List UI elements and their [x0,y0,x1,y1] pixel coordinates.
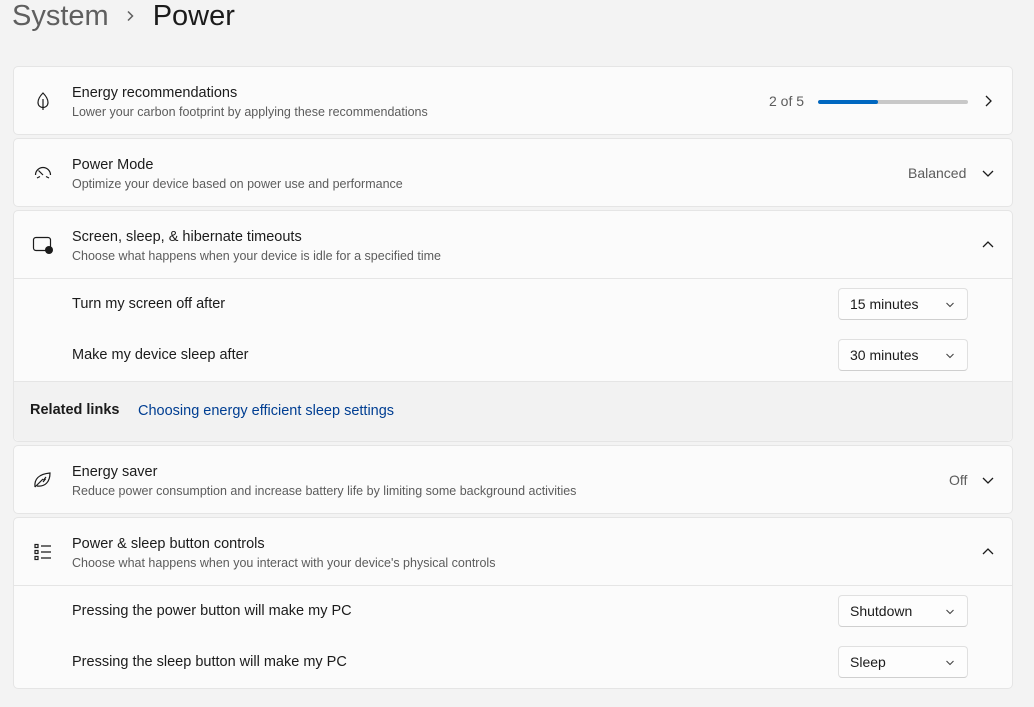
energy-saver-card[interactable]: Energy saver Reduce power consumption an… [13,445,1013,514]
breadcrumb-chevron-icon [125,10,135,22]
power-button-row: Pressing the power button will make my P… [14,586,1012,637]
power-button-label: Pressing the power button will make my P… [72,603,352,619]
screen-off-dropdown[interactable]: 15 minutes [838,288,968,320]
screen-timeout-icon [31,233,55,257]
button-list-icon [31,540,55,564]
chevron-down-icon[interactable] [980,472,996,488]
timeouts-header[interactable]: Screen, sleep, & hibernate timeouts Choo… [14,211,1012,278]
energy-recommendations-card[interactable]: Energy recommendations Lower your carbon… [13,66,1013,135]
breadcrumb-system-link[interactable]: System [12,0,109,33]
recommendations-progress-fill [818,100,878,104]
sleep-button-dropdown[interactable]: Sleep [838,646,968,678]
recommendations-progress-text: 2 of 5 [769,93,805,109]
energy-recommendations-subtitle: Lower your carbon footprint by applying … [72,105,428,119]
power-mode-subtitle: Optimize your device based on power use … [72,177,403,191]
sleep-after-label: Make my device sleep after [72,347,249,363]
timeouts-subtitle: Choose what happens when your device is … [72,249,441,263]
screen-off-value: 15 minutes [850,296,919,312]
sleep-after-row: Make my device sleep after 30 minutes [14,330,1012,381]
breadcrumb: System Power [12,0,235,38]
button-controls-card: Power & sleep button controls Choose wha… [13,517,1013,689]
power-button-dropdown[interactable]: Shutdown [838,595,968,627]
leaf-icon [31,89,55,113]
button-controls-header[interactable]: Power & sleep button controls Choose wha… [14,518,1012,585]
sleep-button-value: Sleep [850,654,886,670]
recommendations-progress-bar [818,100,968,104]
related-links-label: Related links [30,402,120,418]
sleep-button-label: Pressing the sleep button will make my P… [72,654,347,670]
chevron-down-icon [945,300,955,310]
power-mode-title: Power Mode [72,157,154,173]
chevron-down-icon [945,658,955,668]
related-links: Related links Choosing energy efficient … [14,381,1012,441]
power-mode-value[interactable]: Balanced [908,165,966,181]
chevron-right-icon[interactable] [980,93,996,109]
energy-saver-subtitle: Reduce power consumption and increase ba… [72,484,577,498]
button-controls-subtitle: Choose what happens when you interact wi… [72,556,496,570]
button-controls-title: Power & sleep button controls [72,536,265,552]
energy-saver-title: Energy saver [72,464,158,480]
page-title: Power [152,0,235,32]
timeouts-card: Screen, sleep, & hibernate timeouts Choo… [13,210,1013,442]
chevron-up-icon[interactable] [980,237,996,253]
chevron-up-icon[interactable] [980,544,996,560]
sleep-after-value: 30 minutes [850,347,919,363]
energy-saver-status: Off [949,472,968,488]
chevron-down-icon [945,607,955,617]
chevron-down-icon[interactable] [980,165,996,181]
energy-recommendations-title: Energy recommendations [72,85,238,101]
energy-saver-icon [31,468,55,492]
sleep-after-dropdown[interactable]: 30 minutes [838,339,968,371]
power-button-value: Shutdown [850,603,913,619]
screen-off-row: Turn my screen off after 15 minutes [14,279,1012,330]
screen-off-label: Turn my screen off after [72,296,226,312]
sleep-button-row: Pressing the sleep button will make my P… [14,637,1012,688]
energy-sleep-settings-link[interactable]: Choosing energy efficient sleep settings [138,403,394,419]
gauge-icon [31,161,55,185]
power-mode-card[interactable]: Power Mode Optimize your device based on… [13,138,1013,207]
chevron-down-icon [945,351,955,361]
timeouts-title: Screen, sleep, & hibernate timeouts [72,229,302,245]
